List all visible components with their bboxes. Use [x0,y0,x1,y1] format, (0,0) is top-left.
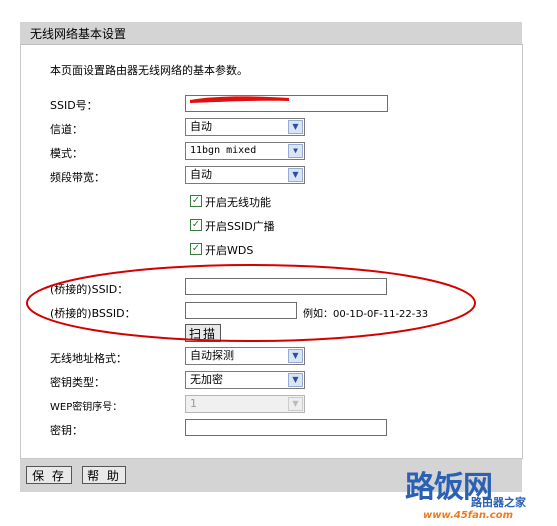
enable-wireless-checkbox[interactable]: ✓ [190,195,202,207]
save-button[interactable]: 保 存 [26,466,72,484]
ssid-redaction-scribble [190,96,289,103]
bandwidth-select[interactable]: 自动 ▼ [185,166,305,184]
chevron-down-icon: ▼ [288,397,303,411]
key-type-select-value: 无加密 [190,373,223,386]
chevron-down-icon: ▼ [288,349,303,363]
chevron-down-icon: ▼ [288,168,303,182]
mode-select-value: 11bgn mixed [190,145,257,156]
address-format-label: 无线地址格式： [50,352,127,365]
annotation-ellipse [26,264,476,342]
enable-wds-checkbox[interactable]: ✓ [190,243,202,255]
channel-label: 信道： [50,123,83,136]
mode-select[interactable]: 11bgn mixed ▼ [185,142,305,160]
watermark-logo: 路饭网 路由器之家 www.45fan.com [405,462,555,524]
page-description: 本页面设置路由器无线网络的基本参数。 [50,64,248,77]
key-type-label: 密钥类型： [50,376,105,389]
wep-index-label: WEP密钥序号： [50,402,123,413]
channel-select[interactable]: 自动 ▼ [185,118,305,136]
help-button[interactable]: 帮 助 [82,466,126,484]
channel-select-value: 自动 [190,120,212,133]
check-icon: ✓ [191,195,201,206]
enable-ssid-broadcast-checkbox[interactable]: ✓ [190,219,202,231]
enable-wireless-label: 开启无线功能 [205,196,271,209]
ssid-label: SSID号： [50,99,98,112]
bandwidth-label: 频段带宽： [50,171,105,184]
mode-label: 模式： [50,147,83,160]
watermark-subtitle: 路由器之家 [471,496,526,509]
key-type-select[interactable]: 无加密 ▼ [185,371,305,389]
chevron-down-icon: ▼ [288,144,303,158]
watermark-url: www.45fan.com [423,510,514,521]
enable-wds-label: 开启WDS [205,244,254,257]
check-icon: ✓ [191,243,201,254]
chevron-down-icon: ▼ [288,120,303,134]
wep-index-select-value: 1 [190,397,197,410]
wep-index-select[interactable]: 1 ▼ [185,395,305,413]
bandwidth-select-value: 自动 [190,168,212,181]
panel-title: 无线网络基本设置 [30,27,127,41]
key-label: 密钥： [50,424,83,437]
key-input[interactable] [185,419,387,436]
chevron-down-icon: ▼ [288,373,303,387]
address-format-select-value: 自动探测 [190,349,234,362]
address-format-select[interactable]: 自动探测 ▼ [185,347,305,365]
check-icon: ✓ [191,219,201,230]
enable-ssid-broadcast-label: 开启SSID广播 [205,220,275,233]
